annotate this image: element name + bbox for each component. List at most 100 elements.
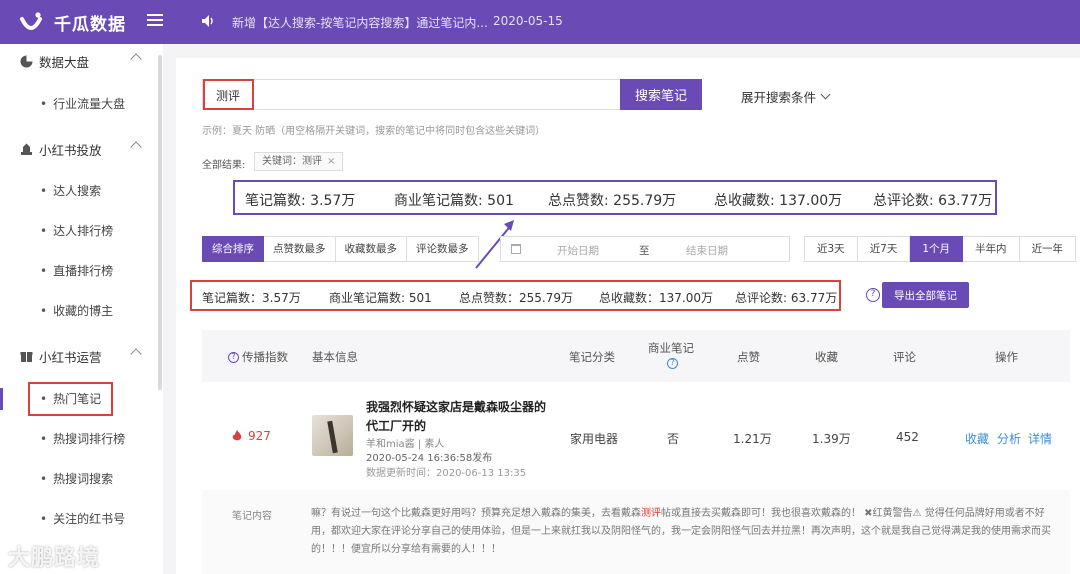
note-category: 家用电器	[570, 432, 619, 446]
notice-text[interactable]: 新增【达人搜索-按笔记内容搜索】通过笔记内...	[232, 14, 488, 31]
sidebar-item-hot-search-ranking[interactable]: 热搜词排行榜	[40, 430, 125, 447]
keyword-tag-label: 关键词：测评	[262, 156, 322, 167]
sidebar-item-industry[interactable]: 行业流量大盘	[40, 95, 125, 112]
sidebar-group-operations[interactable]: 小红书运营	[20, 347, 142, 366]
spread-score-value: 927	[248, 429, 271, 443]
analyze-link[interactable]: 分析	[997, 430, 1021, 447]
stat-commercial: 商业笔记篇数: 501	[329, 291, 432, 305]
range-tab-6m[interactable]: 半年内	[963, 236, 1020, 262]
sidebar-item-hot-search[interactable]: 热搜词搜索	[40, 470, 113, 487]
help-icon[interactable]: ?	[667, 358, 678, 369]
note-content-text: 嘛？有说过一句这个比戴森更好用吗？预算充足想入戴森的集美，去看戴森测评帖或直接去…	[311, 505, 1063, 559]
sidebar-item-live-ranking[interactable]: 直播排行榜	[40, 262, 113, 279]
export-all-button[interactable]: 导出全部笔记	[882, 282, 969, 308]
sidebar-item-saved-bloggers[interactable]: 收藏的博主	[40, 302, 113, 319]
th-actions: 操作	[995, 350, 1018, 364]
time-range-tabs: 近3天 近7天 1个月 半年内 近一年	[804, 236, 1077, 262]
note-updated: 数据更新时间：2020-06-13 13:35	[366, 468, 527, 479]
stat-likes: 总点赞数：255.79万	[459, 291, 573, 305]
callout-comments: 总评论数: 63.77万	[873, 193, 993, 209]
th-info: 基本信息	[312, 350, 358, 364]
sidebar-item-followed-accounts[interactable]: 关注的红书号	[40, 510, 125, 527]
notice-date: 2020-05-15	[493, 14, 563, 28]
callout-likes: 总点赞数: 255.79万	[548, 193, 677, 209]
note-likes: 1.21万	[733, 432, 772, 446]
range-tab-7d[interactable]: 近7天	[857, 236, 911, 262]
help-icon: ?	[228, 351, 239, 363]
stat-notes: 笔记篇数：3.57万	[202, 291, 301, 305]
calendar-icon	[511, 244, 521, 254]
note-comments: 452	[896, 430, 919, 444]
help-icon[interactable]: ?	[866, 288, 880, 302]
all-results-label: 全部结果:	[202, 160, 246, 171]
th-spread-label: 传播指数	[242, 350, 288, 364]
chevron-down-icon	[820, 89, 831, 100]
app-name: 千瓜数据	[54, 14, 126, 35]
sort-tab-overall[interactable]: 综合排序	[202, 236, 264, 262]
search-hint: 示例：夏天 防晒（用空格隔开关键词，搜索的笔记中将同时包含这些关键词）	[202, 126, 546, 137]
sort-tabs: 综合排序 点赞数最多 收藏数最多 评论数最多	[202, 236, 479, 262]
spread-score: 927	[232, 429, 271, 443]
callout-notes: 笔记篇数: 3.57万	[245, 193, 356, 209]
sort-tab-comments[interactable]: 评论数最多	[407, 236, 479, 262]
expand-filters-label: 展开搜索条件	[741, 90, 817, 105]
th-category: 笔记分类	[569, 350, 615, 364]
date-end-field[interactable]: 结束日期	[686, 243, 728, 258]
close-icon[interactable]: ×	[327, 156, 335, 167]
sidebar-item-hot-notes[interactable]: 热门笔记	[40, 390, 101, 407]
note-title[interactable]: 我强烈怀疑这家店是戴森吸尘器的代工厂开的	[366, 398, 551, 436]
stat-collects: 总收藏数：137.00万	[599, 291, 713, 305]
range-tab-1y[interactable]: 近一年	[1019, 236, 1077, 262]
stats-callout: 笔记篇数: 3.57万 商业笔记篇数: 501 总点赞数: 255.79万 总收…	[233, 180, 997, 215]
rocket-icon	[21, 143, 32, 155]
callout-collects: 总收藏数: 137.00万	[714, 193, 843, 209]
menu-toggle-icon[interactable]	[147, 14, 163, 28]
fire-icon	[232, 430, 242, 441]
note-content-label: 笔记内容	[232, 511, 272, 522]
stat-comments: 总评论数: 63.77万	[735, 291, 838, 305]
note-keyword: 测评	[641, 508, 661, 519]
active-item-marker	[0, 388, 3, 410]
sidebar-group-label: 小红书投放	[39, 143, 102, 158]
date-separator: 至	[639, 245, 650, 257]
note-author[interactable]: 羊和mia酱 | 素人	[366, 435, 444, 450]
th-commercial: 商业笔记	[648, 341, 694, 355]
date-range-picker[interactable]: 开始日期 至 结束日期	[500, 236, 790, 262]
detail-link[interactable]: 详情	[1028, 430, 1052, 447]
logo[interactable]: 千瓜数据	[18, 9, 126, 35]
th-collects[interactable]: 收藏	[815, 349, 838, 365]
highlight-box	[203, 79, 254, 110]
range-tab-1m[interactable]: 1个月	[910, 236, 964, 262]
date-start-field[interactable]: 开始日期	[557, 243, 599, 258]
note-commercial: 否	[667, 432, 680, 446]
sidebar-group-ads[interactable]: 小红书投放	[20, 140, 142, 159]
speaker-icon	[202, 15, 213, 27]
th-likes[interactable]: 点赞	[737, 349, 760, 365]
keyword-tag[interactable]: 关键词：测评 ×	[254, 152, 344, 171]
th-comments[interactable]: 评论	[893, 349, 916, 365]
search-notes-button[interactable]: 搜索笔记	[620, 79, 702, 110]
th-spread[interactable]: ? 传播指数	[228, 349, 288, 365]
sidebar-item-influencer-search[interactable]: 达人搜索	[40, 182, 101, 199]
note-thumbnail[interactable]	[312, 415, 353, 456]
collect-link[interactable]: 收藏	[965, 430, 989, 447]
sidebar-group-label: 数据大盘	[39, 55, 90, 70]
range-tab-3d[interactable]: 近3天	[804, 236, 858, 262]
sort-tab-collects[interactable]: 收藏数最多	[335, 236, 407, 262]
gift-icon	[20, 352, 33, 362]
search-input[interactable]	[202, 79, 620, 110]
note-text-before: 嘛？有说过一句这个比戴森更好用吗？预算充足想入戴森的集美，去看戴森	[311, 508, 641, 519]
sidebar-group-dashboard[interactable]: 数据大盘	[20, 52, 142, 71]
pie-chart-icon	[20, 55, 33, 68]
sidebar-group-label: 小红书运营	[39, 350, 102, 365]
sort-tab-likes[interactable]: 点赞数最多	[264, 236, 336, 262]
sidebar-scrollbar[interactable]	[158, 55, 162, 390]
callout-commercial: 商业笔记篇数: 501	[394, 193, 514, 209]
note-published: 2020-05-24 16:36:58发布	[366, 453, 493, 464]
expand-filters-button[interactable]: 展开搜索条件	[741, 87, 831, 106]
watermark: 大鹏路境	[8, 546, 101, 571]
stats-summary: 笔记篇数：3.57万 商业笔记篇数: 501 总点赞数：255.79万 总收藏数…	[190, 280, 841, 311]
sidebar-item-influencer-ranking[interactable]: 达人排行榜	[40, 222, 113, 239]
note-collects: 1.39万	[812, 432, 851, 446]
top-bar: 千瓜数据 新增【达人搜索-按笔记内容搜索】通过笔记内... 2020-05-15	[0, 0, 1080, 44]
